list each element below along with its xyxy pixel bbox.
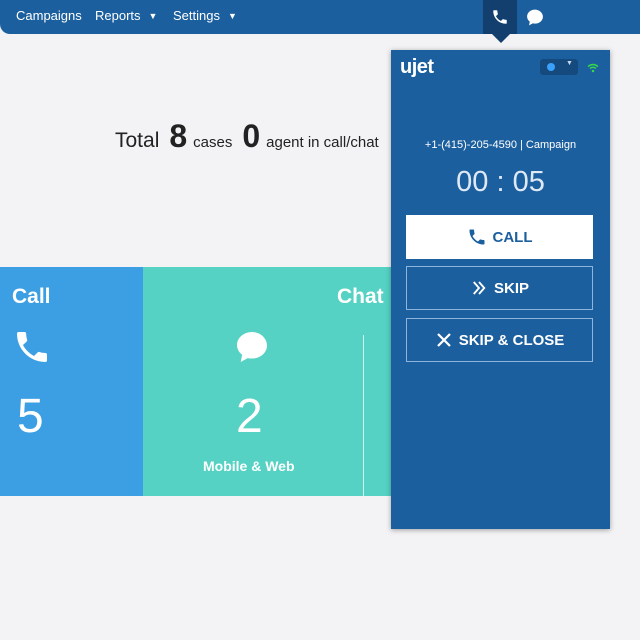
ujet-logo: ujet xyxy=(400,56,434,78)
chat-count: 2 xyxy=(236,390,263,443)
agent-label: agent in call/chat xyxy=(266,134,379,151)
nav-settings-dropdown[interactable]: Settings ▼ xyxy=(173,0,237,34)
wifi-signal-icon xyxy=(587,60,599,78)
phone-icon[interactable] xyxy=(483,0,517,34)
total-label: Total xyxy=(115,129,160,152)
caret-down-icon: ▼ xyxy=(566,60,573,67)
phone-icon xyxy=(467,227,487,247)
nav-reports-dropdown[interactable]: Reports ▼ xyxy=(95,0,157,34)
skip-button-label: SKIP xyxy=(493,279,529,297)
chat-bubble-icon[interactable] xyxy=(518,0,552,34)
skip-and-close-button-label: SKIP & CLOSE xyxy=(458,331,565,349)
call-timer: 00 : 05 xyxy=(456,166,545,198)
top-navigation-bar: Campaigns Reports ▼ Settings ▼ xyxy=(0,0,640,34)
call-button-label: CALL xyxy=(492,228,533,246)
call-queue-card[interactable]: Call 5 xyxy=(0,267,143,496)
caller-info: +1-(415)-205-4590 | Campaign xyxy=(424,139,577,151)
nav-campaigns[interactable]: Campaigns xyxy=(16,0,82,34)
skip-button[interactable]: SKIP xyxy=(406,266,593,310)
divider xyxy=(363,335,364,496)
call-card-title: Call xyxy=(12,285,51,308)
call-button[interactable]: CALL xyxy=(406,215,593,259)
summary-line: Total 8 cases 0 agent in call/chat xyxy=(115,118,379,155)
agent-count: 0 xyxy=(242,118,261,154)
chat-subcategory-label: Mobile & Web xyxy=(203,458,295,474)
skip-and-close-button[interactable]: SKIP & CLOSE xyxy=(406,318,593,362)
softphone-widget: ujet ▼ +1-(415)-205-4590 | Campaign 00 :… xyxy=(391,50,610,529)
double-chevron-right-icon xyxy=(470,279,488,297)
caret-down-icon: ▼ xyxy=(148,11,158,21)
chat-bubble-icon xyxy=(233,329,271,370)
widget-pointer xyxy=(492,34,510,43)
cases-label: cases xyxy=(193,134,233,151)
status-dot-icon xyxy=(547,63,555,71)
agent-status-dropdown[interactable]: ▼ xyxy=(540,59,578,75)
phone-icon xyxy=(12,327,52,372)
chat-queue-card[interactable]: Chat 2 Mobile & Web xyxy=(143,267,393,496)
chat-card-title: Chat xyxy=(337,285,384,308)
nav-reports-label: Reports xyxy=(95,8,141,23)
nav-campaigns-label: Campaigns xyxy=(16,8,82,23)
close-icon xyxy=(435,331,453,349)
cases-count: 8 xyxy=(169,118,188,154)
nav-settings-label: Settings xyxy=(173,8,220,23)
caret-down-icon: ▼ xyxy=(227,11,237,21)
call-count: 5 xyxy=(17,390,44,443)
